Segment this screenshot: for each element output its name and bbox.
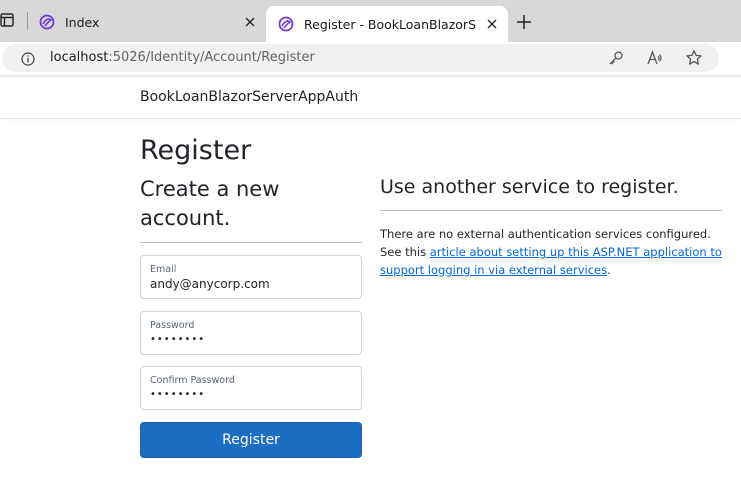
form-divider	[140, 242, 362, 243]
email-input[interactable]	[150, 277, 350, 291]
email-field[interactable]: Email	[140, 255, 362, 299]
password-input[interactable]: ••••••••	[150, 334, 350, 345]
new-tab-button[interactable]	[514, 12, 534, 32]
external-text-after: .	[607, 263, 611, 277]
browser-toolbar: localhost:5026/Identity/Account/Register	[0, 42, 741, 76]
password-field[interactable]: Password ••••••••	[140, 311, 362, 355]
site-navbar: BookLoanBlazorServerAppAuth	[0, 77, 741, 119]
email-label: Email	[150, 264, 177, 275]
tab-register[interactable]: Register - BookLoanBlazorServerAppAuth	[266, 6, 508, 42]
address-bar[interactable]: localhost:5026/Identity/Account/Register	[2, 44, 719, 72]
site-brand-link[interactable]: BookLoanBlazorServerAppAuth	[140, 89, 358, 105]
page-title: Register	[140, 135, 252, 166]
blazor-favicon	[39, 14, 55, 30]
blazor-favicon	[278, 16, 294, 32]
url-text[interactable]: localhost:5026/Identity/Account/Register	[50, 50, 315, 65]
external-divider	[380, 210, 722, 211]
tab-strip: Index Register - BookLoanBlazorServerApp…	[0, 0, 741, 42]
confirm-password-input[interactable]: ••••••••	[150, 389, 350, 400]
url-host: localhost	[50, 50, 109, 65]
key-icon[interactable]	[607, 49, 625, 67]
star-icon[interactable]	[685, 49, 703, 67]
external-login-title: Use another service to register.	[380, 176, 679, 198]
info-icon[interactable]	[21, 51, 35, 66]
form-subtitle: Create a new account.	[140, 177, 280, 230]
read-aloud-icon[interactable]	[646, 49, 664, 67]
password-label: Password	[150, 320, 195, 331]
tab-index[interactable]: Index	[30, 6, 266, 38]
external-login-article-link[interactable]: article about setting up this ASP.NET ap…	[380, 245, 722, 277]
confirm-password-field[interactable]: Confirm Password ••••••••	[140, 366, 362, 410]
confirm-password-label: Confirm Password	[150, 375, 235, 386]
close-icon[interactable]	[242, 14, 258, 30]
tab-actions-icon[interactable]	[0, 12, 14, 28]
close-icon[interactable]	[484, 16, 500, 32]
url-path: :5026/Identity/Account/Register	[108, 50, 315, 65]
register-button[interactable]: Register	[140, 422, 362, 458]
tab-title: Register - BookLoanBlazorServerAppAuth	[304, 16, 476, 32]
external-login-message: There are no external authentication ser…	[380, 225, 725, 279]
tab-title: Index	[65, 14, 100, 30]
tab-separator	[27, 12, 28, 30]
plus-icon	[517, 15, 531, 29]
